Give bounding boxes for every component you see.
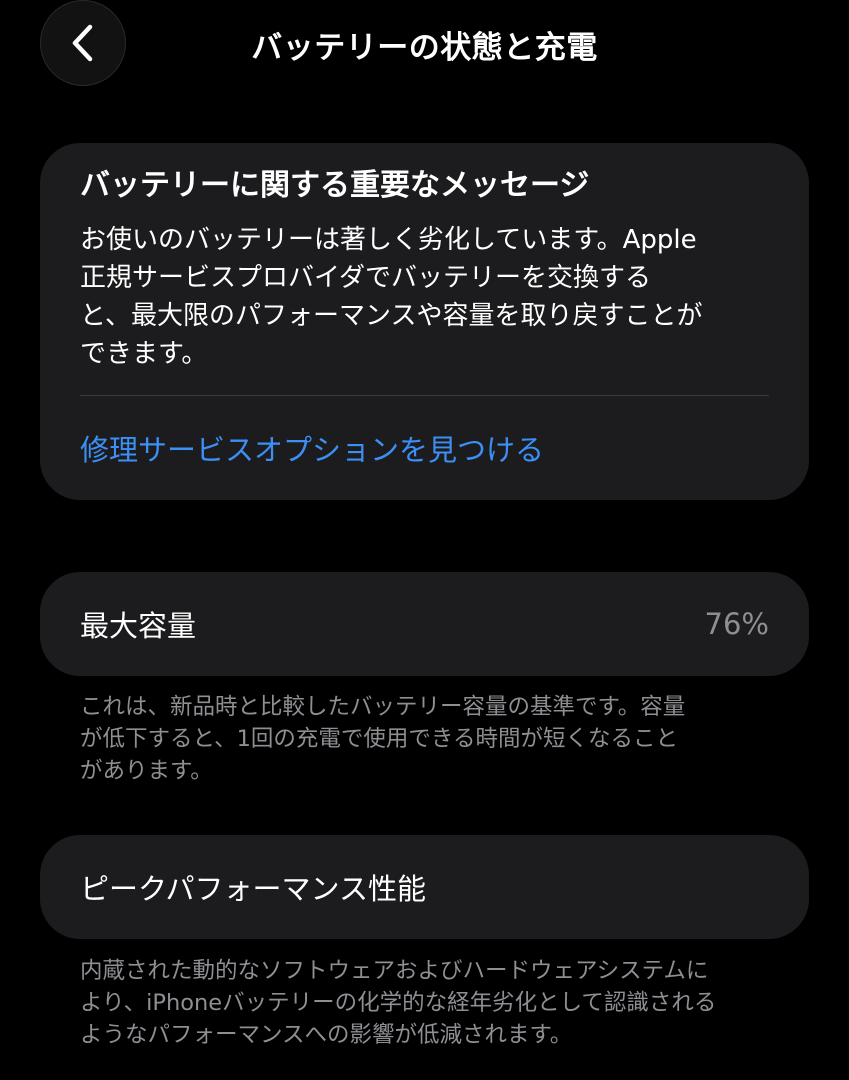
message-body-line: お使いのバッテリーは著しく劣化しています。Apple (80, 225, 697, 255)
max-capacity-row: 最大容量 76% (40, 572, 809, 676)
peak-performance-row: ピークパフォーマンス性能 (40, 835, 809, 939)
divider (80, 395, 769, 396)
message-body-line: できます。 (80, 339, 208, 369)
footnote-line: が低下すると、1回の充電で使用できる時間が短くなること (80, 726, 678, 752)
find-repair-options-link[interactable]: 修理サービスオプションを見つける (80, 430, 544, 470)
message-body-line: と、最大限のパフォーマンスや容量を取り戻すことが (80, 301, 703, 331)
message-body-line: 正規サービスプロバイダでバッテリーを交換する (80, 263, 651, 293)
footnote-line: ようなパフォーマンスへの影響が低減されます。 (80, 1022, 573, 1048)
peak-performance-label: ピークパフォーマンス性能 (80, 872, 426, 906)
message-body: お使いのバッテリーは著しく劣化しています。Apple 正規サービスプロバイダでバ… (80, 221, 770, 373)
max-capacity-value: 76% (704, 607, 769, 641)
peak-performance-footnote: 内蔵された動的なソフトウェアおよびハードウェアシステムに より、iPhoneバッ… (80, 955, 780, 1051)
footnote-line: これは、新品時と比較したバッテリー容量の基準です。容量 (80, 694, 686, 720)
page-title: バッテリーの状態と充電 (251, 30, 598, 66)
footnote-line: より、iPhoneバッテリーの化学的な経年劣化として認識される (80, 990, 717, 1016)
message-title: バッテリーに関する重要なメッセージ (80, 168, 590, 203)
footnote-line: があります。 (80, 758, 213, 784)
footnote-line: 内蔵された動的なソフトウェアおよびハードウェアシステムに (80, 958, 709, 984)
max-capacity-label: 最大容量 (80, 609, 197, 643)
battery-message-card: バッテリーに関する重要なメッセージ お使いのバッテリーは著しく劣化しています。A… (40, 143, 809, 500)
max-capacity-footnote: これは、新品時と比較したバッテリー容量の基準です。容量 が低下すると、1回の充電… (80, 691, 780, 787)
